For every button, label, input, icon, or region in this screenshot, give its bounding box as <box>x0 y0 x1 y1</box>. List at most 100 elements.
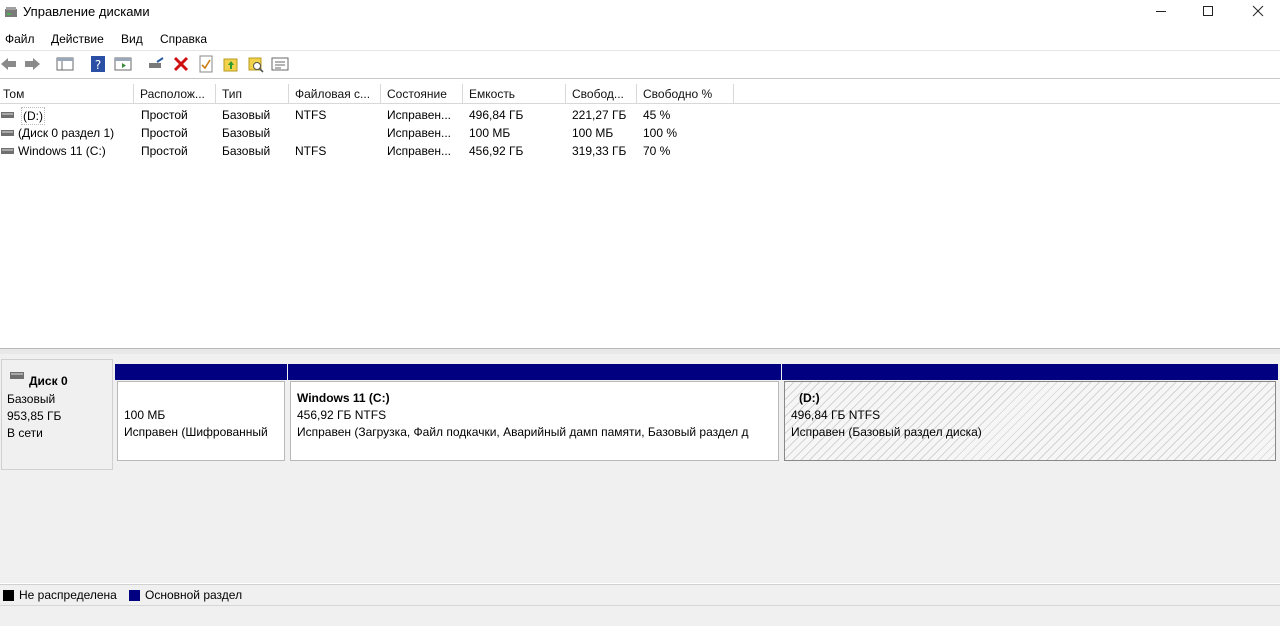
volume-filesystem: NTFS <box>295 108 327 122</box>
volume-icon <box>1 130 14 136</box>
partition-title: Windows 11 (C:) <box>297 391 390 405</box>
disk-size: 953,85 ГБ <box>7 409 62 423</box>
disk-type: Базовый <box>7 392 56 406</box>
partition-size: 456,92 ГБ NTFS <box>297 408 387 422</box>
volume-layout: Простой <box>141 108 188 122</box>
column-header-status[interactable]: Состояние <box>381 84 463 103</box>
partition-type-bar <box>782 364 1278 380</box>
volume-name: (D:) <box>21 107 45 125</box>
partition-d[interactable]: (D:) 496,84 ГБ NTFS Исправен (Базовый ра… <box>782 364 1278 464</box>
forward-icon <box>25 58 40 70</box>
column-header-capacity[interactable]: Емкость <box>463 84 566 103</box>
console-tree-icon <box>56 57 74 71</box>
folder-up-icon <box>223 58 238 72</box>
legend: Не распределена Основной раздел <box>0 584 1280 605</box>
partition-efi[interactable]: 100 МБ Исправен (Шифрованный <box>115 364 287 464</box>
partition-windows[interactable]: Windows 11 (C:) 456,92 ГБ NTFS Исправен … <box>288 364 781 464</box>
volume-icon <box>1 112 14 118</box>
volume-type: Базовый <box>222 108 271 122</box>
volume-row[interactable]: (D:) Простой Базовый NTFS Исправен... 49… <box>0 106 1280 125</box>
partition-type-bar <box>115 364 287 380</box>
back-icon <box>1 58 16 70</box>
column-header-free-percent[interactable]: Свободно % <box>637 84 734 103</box>
show-pane-icon <box>114 57 132 71</box>
menu-view[interactable]: Вид <box>121 32 143 46</box>
close-icon <box>1252 5 1264 17</box>
status-bar <box>0 605 1280 626</box>
volume-list: Том Располож... Тип Файловая с... Состоя… <box>0 84 1280 348</box>
back-button[interactable] <box>0 55 18 73</box>
partition-size: 496,84 ГБ NTFS <box>791 408 881 422</box>
legend-label-unallocated: Не распределена <box>19 588 117 602</box>
volume-free-space: 319,33 ГБ <box>572 144 627 158</box>
volume-list-header: Том Располож... Тип Файловая с... Состоя… <box>0 84 1280 104</box>
properties-button[interactable] <box>197 55 215 73</box>
partition-type-bar <box>288 364 781 380</box>
volume-filesystem: NTFS <box>295 144 327 158</box>
partition-body: 100 МБ Исправен (Шифрованный <box>117 381 285 461</box>
delete-icon <box>173 56 189 72</box>
minimize-icon <box>1156 11 1166 12</box>
console-tree-button[interactable] <box>56 55 74 73</box>
volume-name: (Диск 0 раздел 1) <box>18 126 115 140</box>
delete-button[interactable] <box>172 55 190 73</box>
volume-row[interactable]: Windows 11 (C:) Простой Базовый NTFS Исп… <box>0 142 1280 160</box>
menu-file[interactable]: Файл <box>5 32 35 46</box>
show-pane-button[interactable] <box>114 55 132 73</box>
disk-icon <box>10 372 24 379</box>
volume-status: Исправен... <box>387 126 452 140</box>
volume-layout: Простой <box>141 126 188 140</box>
volume-free-space: 221,27 ГБ <box>572 108 627 122</box>
volume-status: Исправен... <box>387 108 452 122</box>
help-button[interactable]: ? <box>89 55 107 73</box>
partition-status: Исправен (Базовый раздел диска) <box>791 425 982 439</box>
minimize-button[interactable] <box>1136 0 1186 22</box>
partition-status: Исправен (Шифрованный <box>124 425 268 439</box>
column-header-layout[interactable]: Располож... <box>134 84 216 103</box>
volume-name: Windows 11 (C:) <box>18 144 106 158</box>
legend-label-primary: Основной раздел <box>145 588 243 602</box>
menu-help[interactable]: Справка <box>160 32 207 46</box>
volume-type: Базовый <box>222 144 271 158</box>
disk-graphical-view: Диск 0 Базовый 953,85 ГБ В сети 100 МБ И… <box>0 354 1280 583</box>
volume-capacity: 456,92 ГБ <box>469 144 524 158</box>
column-header-free-space[interactable]: Свобод... <box>566 84 637 103</box>
window-title: Управление дисками <box>23 4 150 19</box>
disk-management-icon <box>5 7 17 17</box>
volume-free-percent: 70 % <box>643 144 671 158</box>
properties-icon <box>199 55 213 73</box>
volume-free-space: 100 МБ <box>572 126 614 140</box>
close-button[interactable] <box>1233 0 1280 22</box>
folder-search-button[interactable] <box>247 55 265 73</box>
settings-list-button[interactable] <box>271 55 289 73</box>
folder-up-button[interactable] <box>222 55 240 73</box>
folder-search-icon <box>248 57 264 73</box>
partition-status: Исправен (Загрузка, Файл подкачки, Авари… <box>297 425 749 439</box>
svg-text:?: ? <box>95 58 101 72</box>
maximize-button[interactable] <box>1183 0 1233 22</box>
partition-size: 100 МБ <box>124 408 166 422</box>
volume-row[interactable]: (Диск 0 раздел 1) Простой Базовый Исправ… <box>0 124 1280 142</box>
connect-disk-button[interactable] <box>147 55 165 73</box>
volume-icon <box>1 148 14 154</box>
column-header-filesystem[interactable]: Файловая с... <box>289 84 381 103</box>
legend-swatch-primary <box>129 590 140 601</box>
column-header-type[interactable]: Тип <box>216 84 289 103</box>
disk-name: Диск 0 <box>29 374 68 388</box>
partition-title: (D:) <box>799 391 820 405</box>
volume-free-percent: 45 % <box>643 108 671 122</box>
partition-title <box>124 390 278 407</box>
partition-body: (D:) 496,84 ГБ NTFS Исправен (Базовый ра… <box>784 381 1276 461</box>
settings-list-icon <box>271 57 289 71</box>
disk-label[interactable]: Диск 0 Базовый 953,85 ГБ В сети <box>1 359 113 470</box>
volume-status: Исправен... <box>387 144 452 158</box>
menu-action[interactable]: Действие <box>51 32 104 46</box>
column-header-volume[interactable]: Том <box>0 84 134 103</box>
toolbar: ? <box>0 51 1280 79</box>
partition-body: Windows 11 (C:) 456,92 ГБ NTFS Исправен … <box>290 381 779 461</box>
volume-free-percent: 100 % <box>643 126 678 140</box>
forward-button[interactable] <box>23 55 41 73</box>
title-bar: Управление дисками <box>0 0 1280 28</box>
volume-capacity: 496,84 ГБ <box>469 108 524 122</box>
menu-bar: Файл Действие Вид Справка <box>0 29 1280 51</box>
